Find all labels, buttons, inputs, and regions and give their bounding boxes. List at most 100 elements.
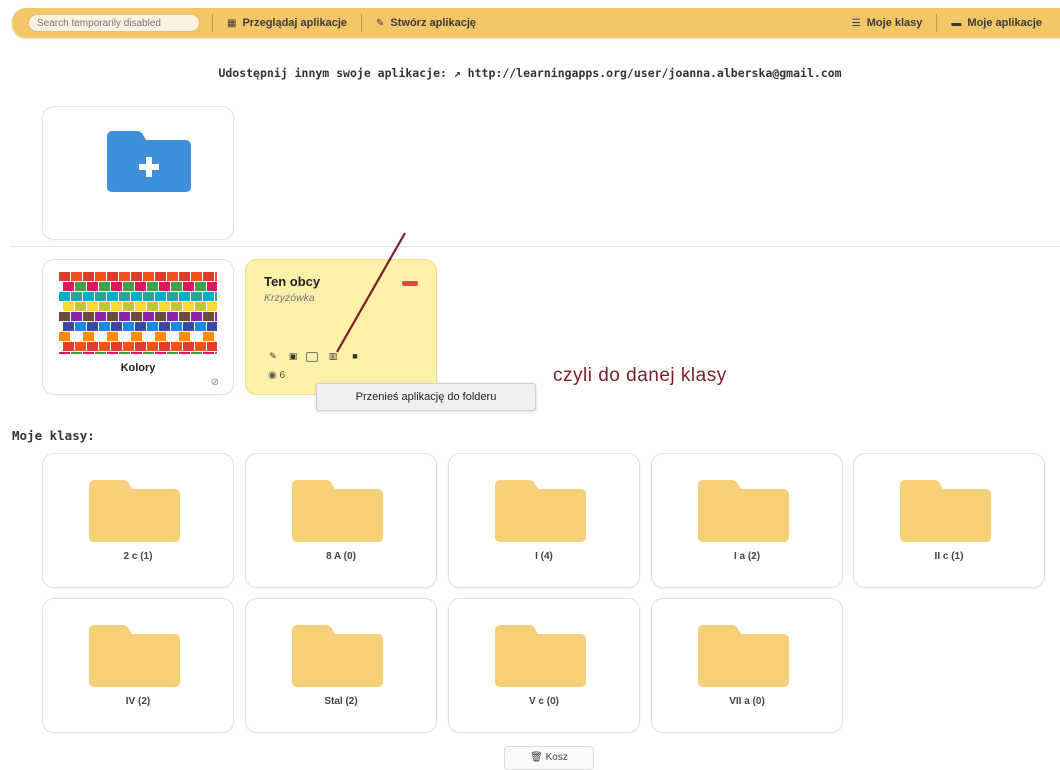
nav-browse-apps[interactable]: ▦ Przeglądaj aplikacje	[213, 8, 361, 38]
class-folder-card[interactable]: 2 c (1)	[42, 453, 234, 588]
mosaic-tile	[167, 272, 178, 281]
mosaic-tile	[203, 352, 214, 354]
mosaic-tile	[107, 312, 118, 321]
mosaic-tile	[155, 272, 166, 281]
mosaic-tile	[155, 352, 166, 354]
mosaic-tile	[99, 282, 110, 291]
mosaic-tile	[131, 272, 142, 281]
class-folder-label: 2 c (1)	[123, 551, 153, 562]
folder-icon	[89, 480, 180, 542]
mosaic-tile	[191, 292, 202, 301]
mosaic-tile	[95, 332, 106, 341]
mosaic-tile	[99, 322, 110, 331]
mosaic-tile	[143, 332, 154, 341]
class-folder-card[interactable]: V c (0)	[448, 598, 640, 733]
class-folder-card[interactable]: 8 A (0)	[245, 453, 437, 588]
mosaic-tile	[143, 352, 154, 354]
mosaic-tile	[183, 302, 194, 311]
mosaic-tile	[203, 272, 214, 281]
mosaic-tile	[155, 312, 166, 321]
stop-icon[interactable]: ■	[348, 350, 362, 362]
class-folder-label: VII a (0)	[729, 696, 765, 707]
mosaic-tile	[63, 282, 74, 291]
mosaic-tile	[131, 332, 142, 341]
mosaic-tile	[75, 302, 86, 311]
mosaic-tile	[195, 342, 206, 351]
folder-plus-icon	[107, 131, 191, 192]
mosaic-tile	[71, 312, 82, 321]
mosaic-tile	[207, 322, 217, 331]
list-icon: ☰	[851, 17, 861, 29]
app-thumbnail	[59, 272, 217, 354]
class-folder-card[interactable]: II c (1)	[853, 453, 1045, 588]
mosaic-tile	[203, 312, 214, 321]
mosaic-tile	[207, 282, 217, 291]
class-folder-card[interactable]: Stal (2)	[245, 598, 437, 733]
mosaic-tile	[215, 312, 217, 321]
folder-icon	[89, 625, 180, 687]
top-navbar: ▦ Przeglądaj aplikacje ✎ Stwórz aplikacj…	[12, 8, 1060, 38]
mosaic-tile	[131, 292, 142, 301]
view-count-value: 6	[279, 370, 286, 381]
nav-create-app[interactable]: ✎ Stwórz aplikację	[362, 8, 490, 38]
mosaic-tile	[179, 312, 190, 321]
nav-classes-label: Moje klasy	[866, 17, 923, 29]
mosaic-tile	[171, 282, 182, 291]
mosaic-tile	[71, 352, 82, 354]
mosaic-tile	[215, 292, 217, 301]
mosaic-tile	[87, 302, 98, 311]
mosaic-tile	[87, 322, 98, 331]
folder-move-icon[interactable]	[306, 352, 318, 362]
mosaic-tile	[147, 282, 158, 291]
mosaic-tile	[159, 302, 170, 311]
remove-icon[interactable]	[402, 281, 418, 286]
mosaic-tile	[75, 342, 86, 351]
mosaic-tile	[59, 292, 70, 301]
nav-my-apps[interactable]: ▬ Moje aplikacje	[937, 8, 1060, 38]
mosaic-tile	[59, 312, 70, 321]
annotation-text: czyli do danej klasy	[553, 365, 727, 386]
mosaic-tile	[195, 282, 206, 291]
nav-my-classes[interactable]: ☰ Moje klasy	[838, 8, 937, 38]
class-folder-card[interactable]: I (4)	[448, 453, 640, 588]
image-icon[interactable]: ▣	[286, 350, 300, 362]
class-folder-card[interactable]: VII a (0)	[651, 598, 843, 733]
mosaic-tile	[63, 302, 74, 311]
mosaic-tile	[147, 342, 158, 351]
mosaic-tile	[147, 302, 158, 311]
mosaic-tile	[75, 282, 86, 291]
mosaic-tile	[83, 352, 94, 354]
mosaic-tile	[71, 292, 82, 301]
search-input[interactable]	[28, 14, 200, 32]
mosaic-tile	[159, 322, 170, 331]
mosaic-tile	[119, 292, 130, 301]
mosaic-tile	[87, 282, 98, 291]
class-folder-label: 8 A (0)	[326, 551, 356, 562]
mosaic-tile	[135, 342, 146, 351]
mosaic-tile	[83, 292, 94, 301]
chart-icon[interactable]: ▥	[326, 350, 340, 362]
app-card-ten-obcy[interactable]: Ten obcy Krzyżówka ✎ ▣ ▥ ■ ◉ 6	[245, 259, 437, 395]
class-folder-card[interactable]: I a (2)	[651, 453, 843, 588]
mosaic-tile	[143, 272, 154, 281]
trash-button[interactable]: 🗑 Kosz	[504, 746, 594, 770]
mosaic-tile	[167, 312, 178, 321]
pencil-icon: ✎	[376, 17, 385, 29]
mosaic-tile	[107, 352, 118, 354]
class-folder-card[interactable]: IV (2)	[42, 598, 234, 733]
mosaic-tile	[123, 322, 134, 331]
section-heading: Moje klasy:	[12, 428, 95, 443]
mosaic-tile	[99, 302, 110, 311]
view-count: ◉ 6	[268, 370, 285, 381]
nav-browse-label: Przeglądaj aplikacje	[242, 17, 348, 29]
mosaic-tile	[179, 292, 190, 301]
app-card-kolory[interactable]: Kolory ⊘	[42, 259, 234, 395]
new-folder-card[interactable]	[42, 106, 234, 240]
class-folder-label: V c (0)	[528, 696, 559, 707]
eye-off-icon[interactable]: ⊘	[211, 377, 219, 388]
mosaic-tile	[135, 282, 146, 291]
mosaic-tile	[183, 322, 194, 331]
share-link-text[interactable]: Udostępnij innym swoje aplikacje: ↗ http…	[0, 66, 1060, 80]
mosaic-tile	[167, 292, 178, 301]
pencil-icon[interactable]: ✎	[266, 350, 280, 362]
